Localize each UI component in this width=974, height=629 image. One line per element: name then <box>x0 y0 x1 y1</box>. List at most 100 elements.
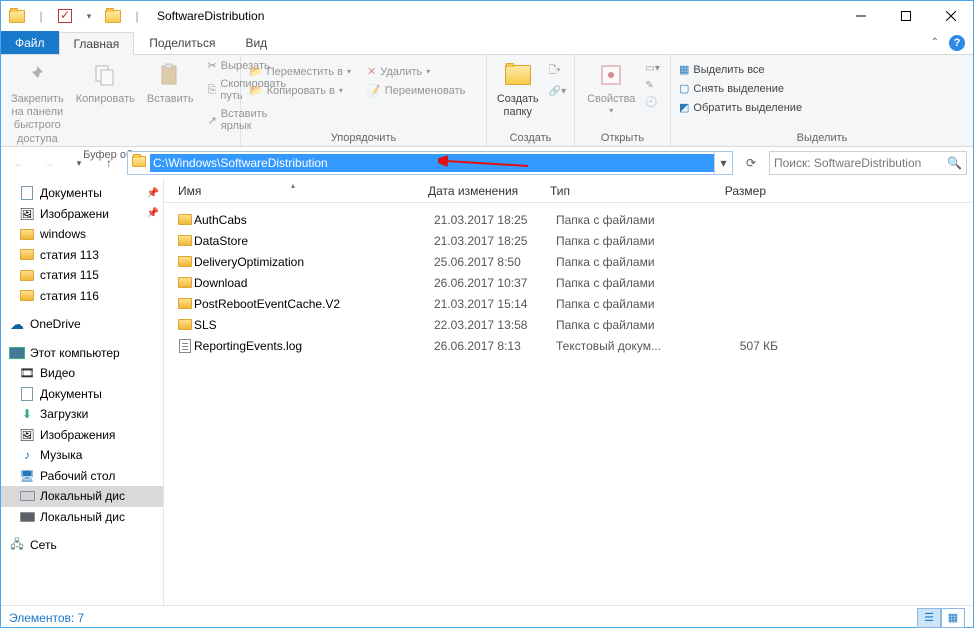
folder-icon <box>19 267 35 283</box>
documents-icon <box>19 386 35 402</box>
properties-button[interactable]: Свойства ▾ <box>583 57 639 118</box>
drive-icon <box>19 488 35 504</box>
table-row[interactable]: DataStore21.03.2017 18:25Папка с файлами <box>164 230 973 251</box>
search-placeholder: Поиск: SoftwareDistribution <box>774 156 921 170</box>
navigation-pane[interactable]: Документы📌 🖼Изображени📌 windows статия 1… <box>1 179 164 605</box>
sidebar-item-localdisk2[interactable]: Локальный дис <box>1 507 163 528</box>
file-date: 25.06.2017 8:50 <box>434 255 556 269</box>
column-headers[interactable]: Имя Дата изменения Тип Размер <box>164 179 973 203</box>
col-type[interactable]: Тип <box>544 184 672 198</box>
folder-icon <box>19 288 35 304</box>
statusbar: Элементов: 7 ☰ ▦ <box>1 605 973 629</box>
collapse-ribbon-icon[interactable]: ⌃ <box>931 37 939 48</box>
delete-button[interactable]: ✕Удалить ▾ <box>365 63 467 80</box>
address-bar[interactable]: ▾ <box>127 151 733 175</box>
tab-share[interactable]: Поделиться <box>134 31 230 54</box>
refresh-button[interactable]: ⟳ <box>739 151 763 175</box>
qat-dropdown[interactable]: ▾ <box>79 6 99 26</box>
easyaccess-button[interactable]: 🔗▾ <box>547 84 568 99</box>
qat-separator: | <box>127 6 147 26</box>
file-list: AuthCabs21.03.2017 18:25Папка с файламиD… <box>164 203 973 356</box>
help-icon[interactable]: ? <box>949 35 965 51</box>
folder-icon <box>103 6 123 26</box>
thispc-icon <box>9 345 25 361</box>
history-button[interactable]: 🕘 <box>643 95 661 110</box>
newitem-button[interactable]: 🗋▾ <box>547 61 568 82</box>
pin-button[interactable]: Закрепить на панели быстрого доступа <box>7 57 68 148</box>
table-row[interactable]: Download26.06.2017 10:37Папка с файлами <box>164 272 973 293</box>
properties-icon <box>595 59 627 91</box>
table-row[interactable]: SLS22.03.2017 13:58Папка с файлами <box>164 314 973 335</box>
tab-file[interactable]: Файл <box>1 31 59 54</box>
sidebar-item-images2[interactable]: 🖼Изображения <box>1 425 163 446</box>
file-name: DeliveryOptimization <box>194 255 434 269</box>
minimize-button[interactable] <box>838 2 883 31</box>
rename-button[interactable]: 📝Переименовать <box>365 82 467 99</box>
sidebar-item-windows[interactable]: windows <box>1 224 163 245</box>
address-dropdown[interactable]: ▾ <box>714 152 732 174</box>
invert-button[interactable]: ◩Обратить выделение <box>677 99 804 116</box>
tab-home[interactable]: Главная <box>59 32 135 55</box>
copyto-button[interactable]: 📂Копировать в ▾ <box>247 82 353 99</box>
pasteshortcut-button[interactable]: ↗Вставить ярлык <box>206 106 289 134</box>
open-button[interactable]: ▭▾ <box>643 61 661 76</box>
sidebar-item-video[interactable]: 🎞Видео <box>1 363 163 384</box>
table-row[interactable]: AuthCabs21.03.2017 18:25Папка с файлами <box>164 209 973 230</box>
deselect-button[interactable]: ▢Снять выделение <box>677 80 804 97</box>
file-type: Папка с файлами <box>556 297 684 311</box>
col-date[interactable]: Дата изменения <box>422 184 544 198</box>
sidebar-item-localdisk1[interactable]: Локальный дис <box>1 486 163 507</box>
folder-icon <box>176 298 194 309</box>
folder-icon <box>176 214 194 225</box>
sidebar-item-documents2[interactable]: Документы <box>1 384 163 405</box>
nav-row: ← → ▾ ↑ ▾ ⟳ Поиск: SoftwareDistribution … <box>1 147 973 179</box>
address-input[interactable] <box>150 154 714 172</box>
view-details-button[interactable]: ☰ <box>917 608 941 628</box>
sidebar-item-documents[interactable]: Документы📌 <box>1 183 163 204</box>
forward-button[interactable]: → <box>37 151 61 175</box>
ribbon-tabs: Файл Главная Поделиться Вид ⌃ ? <box>1 31 973 55</box>
file-name: SLS <box>194 318 434 332</box>
folder-icon <box>176 235 194 246</box>
copyto-icon: 📂 <box>249 84 263 97</box>
col-name[interactable]: Имя <box>164 184 422 198</box>
maximize-button[interactable] <box>883 2 928 31</box>
sidebar-item-music[interactable]: ♪Музыка <box>1 445 163 466</box>
sidebar-item-thispc[interactable]: Этот компьютер <box>1 343 163 364</box>
file-name: AuthCabs <box>194 213 434 227</box>
col-size[interactable]: Размер <box>672 184 772 198</box>
search-icon: 🔍 <box>947 156 962 170</box>
sidebar-item-s115[interactable]: статия 115 <box>1 265 163 286</box>
selectall-button[interactable]: ▦Выделить все <box>677 61 804 78</box>
table-row[interactable]: PostRebootEventCache.V221.03.2017 15:14П… <box>164 293 973 314</box>
sidebar-item-desktop[interactable]: 🖥Рабочий стол <box>1 466 163 487</box>
sidebar-item-onedrive[interactable]: ☁OneDrive <box>1 314 163 335</box>
moveto-button[interactable]: 📂Переместить в ▾ <box>247 63 353 80</box>
close-button[interactable] <box>928 2 973 31</box>
sidebar-item-network[interactable]: 🖧Сеть <box>1 535 163 556</box>
view-large-button[interactable]: ▦ <box>941 608 965 628</box>
main: Документы📌 🖼Изображени📌 windows статия 1… <box>1 179 973 605</box>
edit-button[interactable]: ✎ <box>643 78 661 93</box>
folder-icon <box>19 226 35 242</box>
back-button[interactable]: ← <box>7 151 31 175</box>
tab-view[interactable]: Вид <box>230 31 282 54</box>
sidebar-item-s113[interactable]: статия 113 <box>1 245 163 266</box>
rename-icon: 📝 <box>367 84 381 97</box>
newfolder-button[interactable]: Создать папку <box>493 57 543 121</box>
file-name: PostRebootEventCache.V2 <box>194 297 434 311</box>
recent-dropdown[interactable]: ▾ <box>67 151 91 175</box>
file-type: Папка с файлами <box>556 213 684 227</box>
table-row[interactable]: ReportingEvents.log26.06.2017 8:13Тексто… <box>164 335 973 356</box>
search-box[interactable]: Поиск: SoftwareDistribution 🔍 <box>769 151 967 175</box>
sidebar-item-downloads[interactable]: ⬇Загрузки <box>1 404 163 425</box>
sidebar-item-s116[interactable]: статия 116 <box>1 286 163 307</box>
qat-check-icon[interactable] <box>55 6 75 26</box>
copy-button[interactable]: Копировать <box>72 57 139 108</box>
sidebar-item-images[interactable]: 🖼Изображени📌 <box>1 204 163 225</box>
view-switcher: ☰ ▦ <box>917 608 965 628</box>
downloads-icon: ⬇ <box>19 406 35 422</box>
paste-button[interactable]: Вставить <box>143 57 198 108</box>
table-row[interactable]: DeliveryOptimization25.06.2017 8:50Папка… <box>164 251 973 272</box>
up-button[interactable]: ↑ <box>97 151 121 175</box>
